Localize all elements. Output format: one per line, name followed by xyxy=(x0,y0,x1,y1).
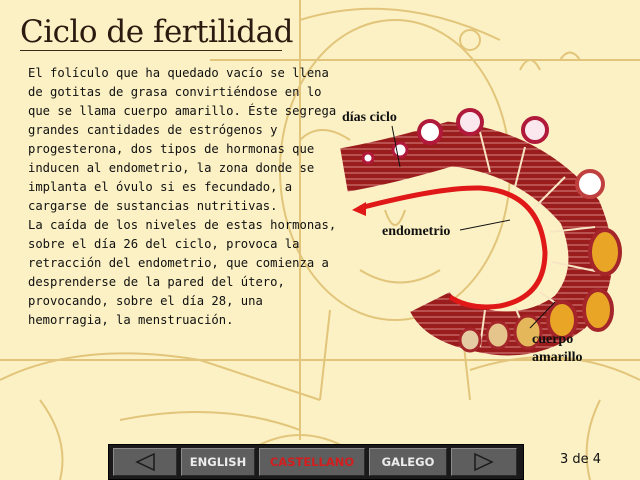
label-corpus-1: cuerpo xyxy=(532,332,574,347)
description-text: El folículo que ha quedado vacío se llen… xyxy=(28,64,348,330)
next-page-button[interactable] xyxy=(451,448,517,476)
label-endometrium: endometrio xyxy=(382,224,451,239)
label-corpus-2: amarillo xyxy=(532,350,583,365)
language-castellano-button[interactable]: CASTELLANO xyxy=(259,448,365,476)
cycle-illustration xyxy=(340,108,622,356)
label-days-cycle: días ciclo xyxy=(342,110,397,125)
navigation-bar: ENGLISH CASTELLANO GALEGO xyxy=(108,444,524,480)
cycle-arrowhead xyxy=(352,202,366,216)
previous-page-button[interactable] xyxy=(113,448,177,476)
paragraph-2: La caída de los niveles de estas hormona… xyxy=(28,218,337,327)
page-indicator: 3 de 4 xyxy=(560,452,602,467)
language-galego-button[interactable]: GALEGO xyxy=(369,448,447,476)
paragraph-1: El folículo que ha quedado vacío se llen… xyxy=(28,66,337,213)
cycle-arrow xyxy=(359,185,548,310)
triangle-left-icon xyxy=(135,452,155,472)
fertility-cycle-diagram: días ciclo endometrio cuerpo amarillo xyxy=(330,92,640,382)
triangle-right-icon xyxy=(474,452,494,472)
title-underline xyxy=(20,50,282,51)
language-english-button[interactable]: ENGLISH xyxy=(181,448,255,476)
endometrium-leader xyxy=(459,219,511,231)
page-title: Ciclo de fertilidad xyxy=(20,14,293,50)
